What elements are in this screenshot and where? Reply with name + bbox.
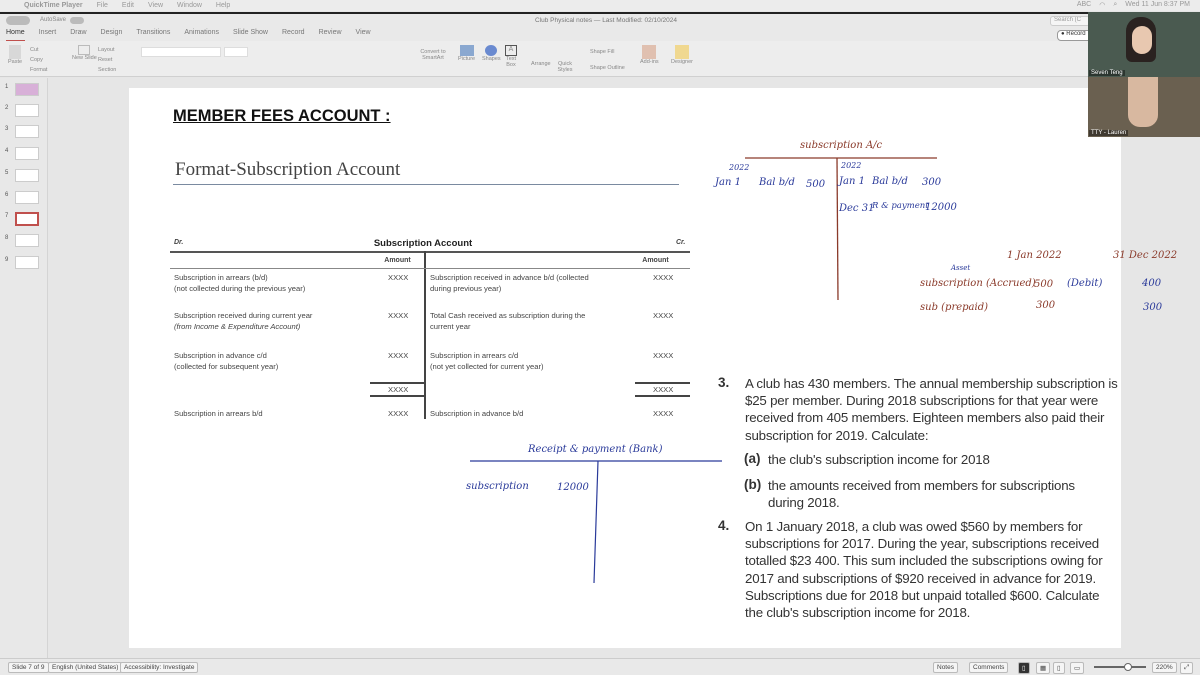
ink-text: sub (prepaid) (920, 302, 989, 313)
accessibility-button[interactable]: Accessibility: Investigate (120, 662, 199, 673)
question-3b-text: the amounts received from members for su… (768, 478, 1075, 511)
participant-face (1132, 26, 1152, 54)
fit-slide-button[interactable]: ⤢ (1180, 662, 1194, 674)
question-3a-text: the club's subscription income for 2018 (768, 452, 990, 467)
ink-text: Asset (951, 264, 971, 272)
slide-indicator[interactable]: Slide 7 of 9 (8, 662, 49, 673)
ink-text: 31 Dec 2022 (1113, 250, 1178, 261)
ink-text: 12000 (557, 482, 589, 493)
question-3b-label: (b) (744, 477, 762, 492)
zoom-slider[interactable] (1094, 663, 1146, 671)
ink-text: 12000 (925, 202, 957, 213)
ink-text: 300 (1036, 300, 1056, 311)
ink-text: Bal b/d (872, 176, 908, 187)
question-3-number: 3. (718, 375, 730, 390)
ink-text: 500 (806, 179, 826, 190)
ink-text: (Debit) (1067, 278, 1103, 289)
ink-text: Receipt & payment (Bank) (528, 444, 663, 455)
ink-text: 2022 (729, 163, 750, 172)
ink-sub-title: subscription A/c (800, 140, 883, 151)
video-participant-1[interactable]: Seven Teng (1088, 12, 1200, 77)
video-participant-2[interactable]: TTY - Lauren (1088, 77, 1200, 137)
ink-text: 500 (1034, 279, 1054, 290)
ink-text: 400 (1142, 278, 1162, 289)
notes-button[interactable]: Notes (933, 662, 958, 673)
ink-text: Jan 1 (839, 176, 865, 187)
question-4-text: On 1 January 2018, a club was owed $560 … (745, 519, 1103, 621)
question-3-text: A club has 430 members. The annual membe… (745, 376, 1118, 443)
participant-avatar (1128, 77, 1158, 127)
question-4-number: 4. (718, 518, 730, 533)
language-indicator[interactable]: English (United States) (48, 662, 123, 673)
comments-button[interactable]: Comments (969, 662, 1009, 673)
ink-text: Dec 31 (839, 203, 875, 214)
zoom-slider-thumb[interactable] (1124, 663, 1132, 671)
reading-view-button[interactable]: ▯ (1053, 662, 1065, 674)
ink-text: Jan 1 (715, 177, 741, 188)
slideshow-button[interactable]: ▭ (1070, 662, 1085, 674)
ink-text: subscription (466, 481, 529, 492)
ink-text: 300 (1143, 302, 1163, 313)
ink-rp-divider (593, 460, 599, 584)
question-3a-label: (a) (744, 451, 761, 466)
status-bar: Slide 7 of 9 English (United States) Acc… (0, 658, 1200, 675)
zoom-level[interactable]: 220% (1152, 662, 1177, 673)
normal-view-button[interactable]: ▯ (1018, 662, 1030, 674)
participant-name: TTY - Lauren (1089, 130, 1129, 136)
participant-name: Seven Teng (1089, 70, 1125, 76)
ink-text: 2022 (841, 161, 862, 170)
ink-t-account-divider (836, 157, 839, 301)
ink-text: subscription (Accrued) (920, 278, 1036, 289)
ink-text: R & payment (872, 201, 929, 211)
slide-sorter-button[interactable]: ▦ (1036, 662, 1051, 674)
ink-text: Bal b/d (759, 177, 795, 188)
ink-text: 300 (922, 177, 942, 188)
ink-text: 1 Jan 2022 (1007, 250, 1062, 261)
